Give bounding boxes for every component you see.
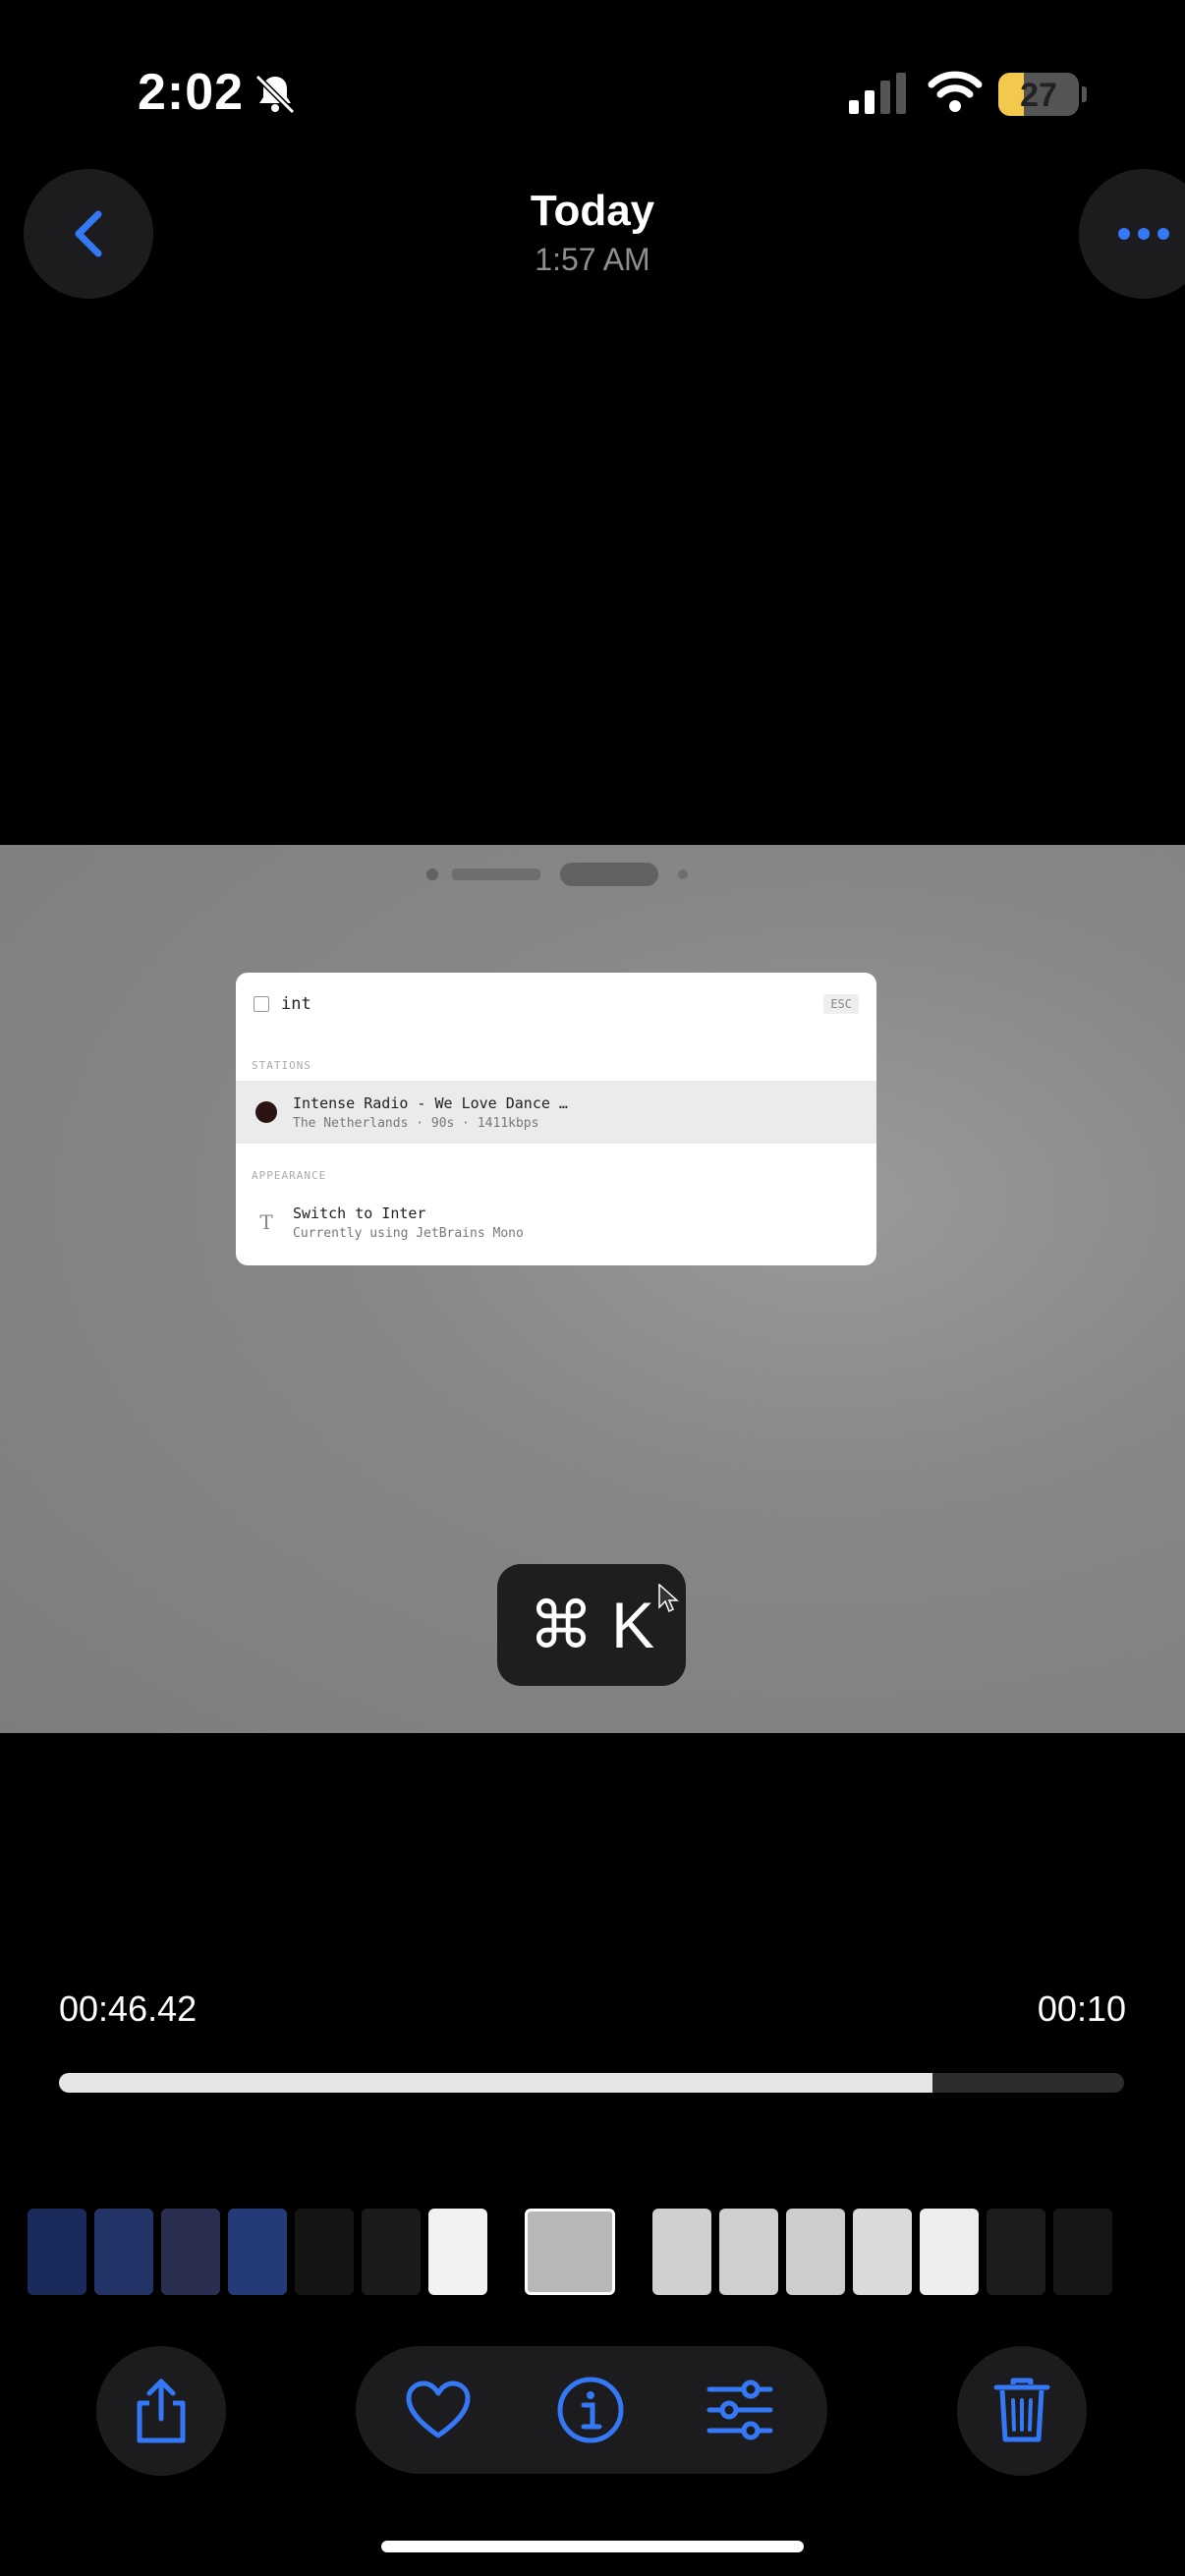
thumbnail[interactable] [295,2209,354,2295]
palette-item-subtitle: Currently using JetBrains Mono [293,1225,524,1241]
home-indicator[interactable] [381,2541,804,2552]
wifi-icon [928,71,983,112]
delete-button[interactable] [957,2346,1087,2476]
thumbnail[interactable] [1053,2209,1112,2295]
palette-item-title: Switch to Inter [293,1204,426,1222]
share-icon [137,2379,186,2443]
thumbnail[interactable] [161,2209,220,2295]
radio-station-icon [255,1101,277,1123]
cellular-signal-icon [849,73,906,114]
info-button[interactable] [556,2376,625,2449]
shortcut-overlay: ⌘ K [497,1564,686,1686]
palette-search[interactable]: int [254,994,311,1014]
palette-item-station[interactable]: Intense Radio - We Love Dance … The Neth… [236,1081,876,1144]
typography-icon: T [259,1210,273,1234]
command-key: ⌘ [528,1588,593,1661]
thumbnail[interactable] [362,2209,421,2295]
esc-badge: ESC [823,994,859,1014]
status-time: 2:02 [138,64,245,121]
shortcut-key: K [610,1589,655,1661]
palette-item-appearance[interactable]: T Switch to Inter Currently using JetBra… [236,1191,876,1254]
page-subtitle: 1:57 AM [535,242,650,277]
palette-item-subtitle: The Netherlands · 90s · 1411kbps [293,1115,539,1131]
thumbnail[interactable] [652,2209,711,2295]
trash-icon [993,2378,1050,2442]
elapsed-time: 00:46.42 [59,1988,198,2029]
info-icon [557,2377,624,2443]
remaining-time: 00:10 [1037,1988,1126,2029]
ellipsis-icon [1118,228,1169,240]
app-toolbar-faint [426,863,688,886]
heart-icon [406,2380,471,2438]
thumbnail-current[interactable] [525,2209,615,2295]
favorite-button[interactable] [405,2380,472,2444]
search-icon [254,996,269,1012]
share-button[interactable] [96,2346,226,2476]
thumbnail[interactable] [920,2209,979,2295]
thumbnail[interactable] [428,2209,487,2295]
thumbnail[interactable] [94,2209,153,2295]
palette-item-title: Intense Radio - We Love Dance … [293,1093,568,1112]
battery-level: 27 [1020,77,1057,114]
thumbnail[interactable] [987,2209,1045,2295]
battery-indicator: 27 [998,73,1087,116]
mouse-cursor-icon [658,1584,679,1613]
thumbnail[interactable] [28,2209,86,2295]
bell-slash-icon [254,74,296,115]
thumbnail[interactable] [719,2209,778,2295]
page-title: Today [530,187,655,235]
thumbnail[interactable] [853,2209,912,2295]
action-toolbar [356,2346,827,2474]
command-palette: int ESC STATIONS Intense Radio - We Love… [236,973,876,1265]
thumbnail-strip[interactable] [28,2207,1167,2297]
adjust-button[interactable] [705,2380,774,2445]
playback-progress [59,2073,932,2093]
section-label: APPEARANCE [252,1169,327,1182]
thumbnail[interactable] [228,2209,287,2295]
video-frame[interactable]: int ESC STATIONS Intense Radio - We Love… [0,845,1185,1733]
thumbnail[interactable] [786,2209,845,2295]
playback-scrubber[interactable] [59,2073,1124,2093]
palette-search-query: int [281,994,311,1014]
section-label: STATIONS [252,1059,311,1072]
sliders-icon [706,2380,773,2440]
